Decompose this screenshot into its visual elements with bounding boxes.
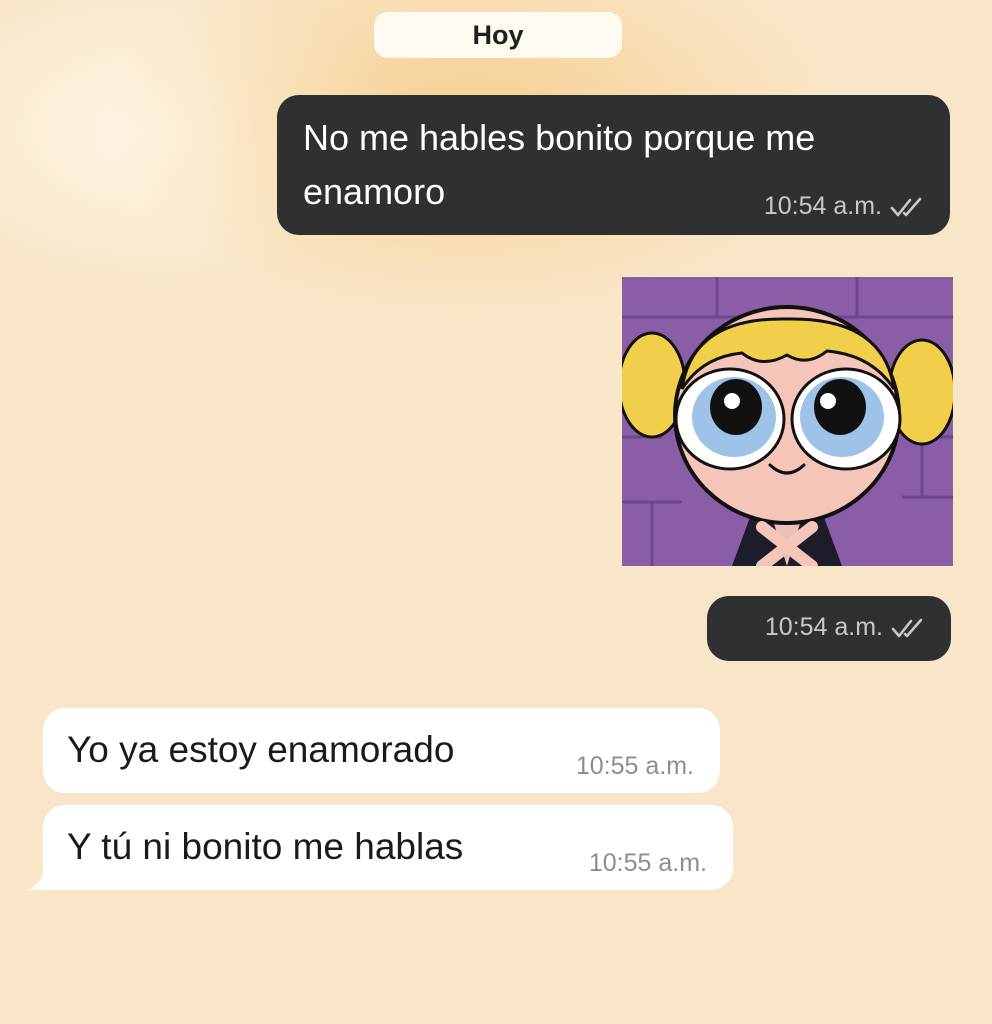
incoming-message[interactable]: Yo ya estoy enamorado 10:55 a.m. bbox=[43, 708, 720, 793]
message-time: 10:54 a.m. bbox=[763, 192, 882, 220]
incoming-message[interactable]: Y tú ni bonito me hablas 10:55 a.m. bbox=[43, 805, 733, 890]
message-text: Y tú ni bonito me hablas bbox=[67, 826, 464, 867]
double-check-icon bbox=[890, 197, 922, 216]
bubble-tail-icon bbox=[27, 866, 57, 890]
message-meta: 10:55 a.m. bbox=[589, 849, 707, 878]
sticker-image bbox=[622, 277, 953, 566]
message-time: 10:55 a.m. bbox=[588, 849, 707, 877]
message-time: 10:55 a.m. bbox=[575, 752, 694, 780]
date-divider: Hoy bbox=[374, 12, 622, 58]
message-meta: 10:55 a.m. bbox=[576, 752, 694, 781]
message-meta: 10:54 a.m. bbox=[765, 613, 927, 642]
chat-view[interactable]: Hoy No me hables bonito porque me enamor… bbox=[0, 0, 992, 1024]
message-meta: 10:54 a.m. bbox=[764, 192, 926, 221]
sticker-meta-bubble: 10:54 a.m. bbox=[707, 596, 951, 661]
date-divider-label: Hoy bbox=[472, 19, 524, 50]
message-time: 10:54 a.m. bbox=[764, 613, 883, 641]
outgoing-message[interactable]: No me hables bonito porque me enamoro 10… bbox=[277, 95, 950, 235]
message-text: Yo ya estoy enamorado bbox=[67, 729, 455, 770]
double-check-icon bbox=[891, 618, 923, 637]
bubbles-powerpuff-sticker[interactable] bbox=[622, 277, 953, 566]
